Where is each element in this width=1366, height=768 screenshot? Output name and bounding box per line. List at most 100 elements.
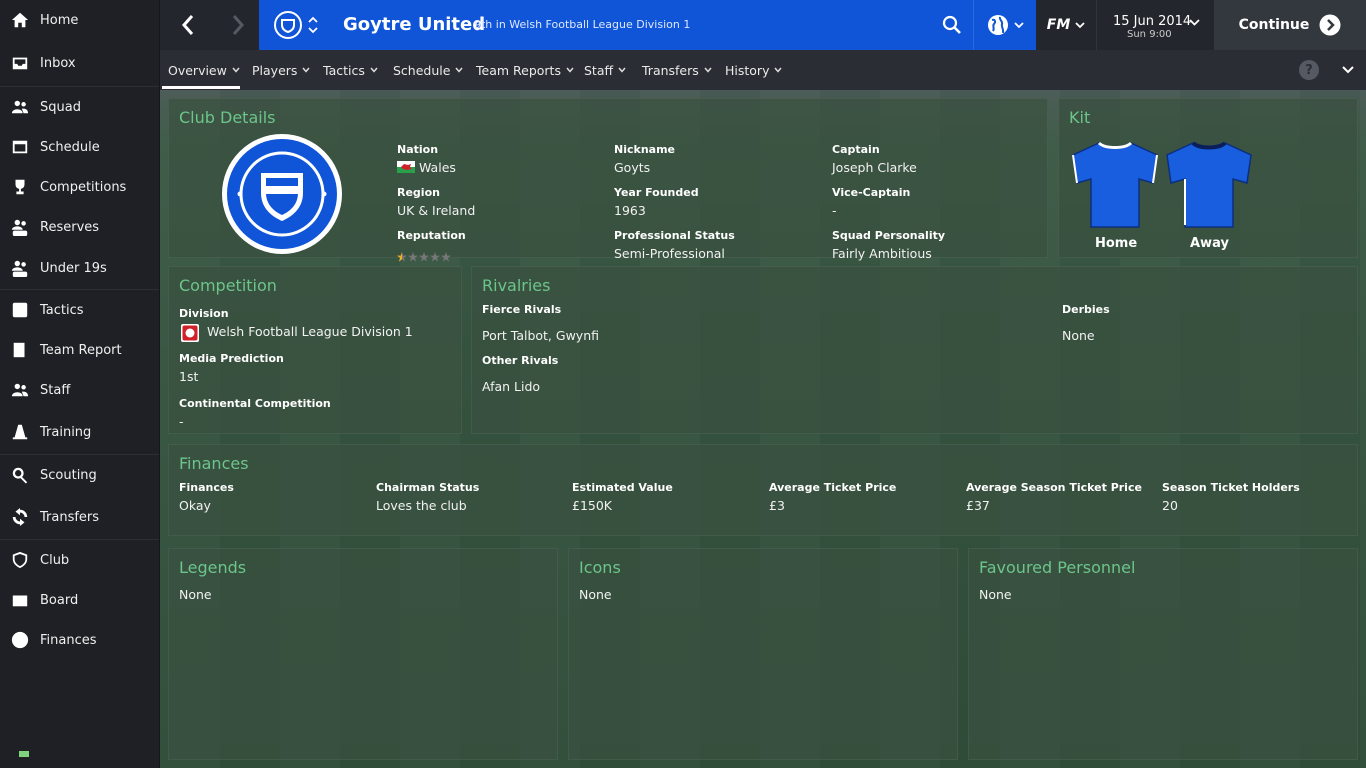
sidebar-item-tactics[interactable]: Tactics	[0, 290, 159, 330]
club-sub-navigation: Overview Players Tactics Schedule Team R…	[160, 50, 1366, 90]
current-day-time: Sun 9:00	[1127, 29, 1172, 40]
panel-title: Competition	[179, 276, 277, 295]
sidebar-item-label: Scouting	[40, 467, 97, 483]
nation-value[interactable]: Wales	[419, 160, 456, 175]
updown-icon	[308, 16, 318, 34]
sidebar-item-reserves[interactable]: Reserves	[0, 207, 159, 247]
star-half-icon	[397, 252, 407, 262]
sidebar-item-under-19s[interactable]: Under 19s	[0, 247, 159, 289]
panel-title: Club Details	[179, 108, 276, 127]
panel-title: Favoured Personnel	[979, 558, 1136, 577]
tab-overview[interactable]: Overview	[168, 50, 240, 90]
continental-competition-label: Continental Competition	[179, 397, 331, 410]
club-details-panel: Club Details Nation Wales Region UK & Ir…	[168, 98, 1048, 262]
home-icon	[10, 10, 30, 30]
sidebar: Home Inbox Squad Schedule Competitions R…	[0, 0, 160, 768]
squad-icon	[10, 97, 30, 117]
sidebar-item-label: Competitions	[40, 179, 127, 195]
top-bar: Goytre United 9th in Welsh Football Leag…	[160, 0, 1366, 50]
sidebar-group-squad: Squad Schedule Competitions Reserves Und…	[0, 87, 159, 290]
nickname-label: Nickname	[614, 143, 675, 156]
sidebar-item-competitions[interactable]: Competitions	[0, 167, 159, 207]
tab-tactics[interactable]: Tactics	[323, 50, 378, 90]
continue-button[interactable]: Continue	[1214, 0, 1366, 50]
sidebar-item-club[interactable]: Club	[0, 540, 159, 580]
finances-panel: Finances Finances Okay Chairman Status L…	[168, 444, 1358, 536]
more-chevron-icon[interactable]	[1341, 63, 1355, 77]
sidebar-item-squad[interactable]: Squad	[0, 87, 159, 127]
sidebar-item-team-report[interactable]: Team Report	[0, 330, 159, 370]
help-button[interactable]: ?	[1299, 60, 1319, 80]
club-switcher-button[interactable]	[273, 9, 323, 41]
tab-transfers[interactable]: Transfers	[642, 50, 712, 90]
sidebar-item-transfers[interactable]: Transfers	[0, 495, 159, 539]
sidebar-item-schedule[interactable]: Schedule	[0, 127, 159, 167]
tab-label: Transfers	[642, 62, 699, 78]
squad-personality-value: Fairly Ambitious	[832, 246, 932, 261]
legends-value: None	[179, 587, 212, 602]
sidebar-item-label: Inbox	[40, 55, 76, 71]
back-button[interactable]	[164, 0, 212, 50]
transfers-icon	[10, 507, 30, 527]
forward-button[interactable]	[214, 0, 262, 50]
sidebar-item-scouting[interactable]: Scouting	[0, 455, 159, 495]
captain-value[interactable]: Joseph Clarke	[832, 160, 917, 175]
sidebar-item-training[interactable]: Training	[0, 410, 159, 454]
sidebar-item-finances[interactable]: Finances	[0, 620, 159, 660]
chevron-left-icon	[181, 15, 194, 35]
tab-history[interactable]: History	[725, 50, 783, 90]
tab-staff[interactable]: Staff	[584, 50, 626, 90]
trophy-icon	[10, 177, 30, 197]
average-ticket-price-value: £3	[769, 498, 785, 513]
date-display[interactable]: 15 Jun 2014 Sun 9:00	[1096, 0, 1214, 50]
sidebar-item-staff[interactable]: Staff	[0, 370, 159, 410]
sidebar-group-team: Tactics Team Report Staff Training	[0, 290, 159, 455]
icons-value: None	[579, 587, 612, 602]
tab-schedule[interactable]: Schedule	[393, 50, 464, 90]
home-kit-label: Home	[1095, 236, 1138, 251]
team-report-icon	[10, 340, 30, 360]
away-kit-shirt-icon[interactable]	[1163, 139, 1255, 231]
captain-label: Captain	[832, 143, 880, 156]
status-indicator-icon	[18, 750, 30, 758]
fierce-rivals-value[interactable]: Port Talbot, Gwynfi	[482, 328, 599, 343]
other-rivals-value[interactable]: Afan Lido	[482, 379, 540, 394]
squad-personality-label: Squad Personality	[832, 229, 946, 242]
chevron-down-icon	[566, 67, 574, 73]
fm-menu-button[interactable]: FM	[1037, 0, 1095, 50]
sidebar-group-main: Home Inbox	[0, 0, 159, 87]
magnifier-icon	[10, 465, 30, 485]
sidebar-item-board[interactable]: Board	[0, 580, 159, 620]
vice-captain-label: Vice-Captain	[832, 186, 911, 199]
club-header: Goytre United 9th in Welsh Football Leag…	[259, 0, 1036, 50]
sidebar-item-home[interactable]: Home	[0, 0, 159, 40]
pound-icon	[10, 630, 30, 650]
staff-icon	[10, 380, 30, 400]
tab-label: Overview	[168, 62, 227, 78]
sidebar-item-inbox[interactable]: Inbox	[0, 40, 159, 86]
chevron-down-icon	[232, 67, 240, 73]
panel-title: Rivalries	[482, 276, 551, 295]
estimated-value-value: £150K	[572, 498, 613, 513]
region-value: UK & Ireland	[397, 203, 476, 218]
favoured-personnel-panel: Favoured Personnel None	[968, 548, 1358, 760]
continue-label: Continue	[1238, 17, 1310, 33]
star-empty-icon	[419, 252, 429, 262]
tab-team-reports[interactable]: Team Reports	[476, 50, 574, 90]
search-button[interactable]	[931, 0, 973, 50]
home-kit-shirt-icon[interactable]	[1069, 139, 1161, 231]
reputation-label: Reputation	[397, 229, 466, 242]
world-menu-button[interactable]	[973, 0, 1036, 50]
chevron-down-icon	[704, 67, 712, 73]
fm-logo: FM	[1046, 17, 1071, 33]
division-value[interactable]: Welsh Football League Division 1	[207, 324, 413, 339]
chevron-right-icon	[232, 15, 245, 35]
reserves-icon	[10, 217, 30, 237]
sidebar-item-label: Staff	[40, 382, 71, 398]
region-label: Region	[397, 186, 440, 199]
star-empty-icon	[441, 252, 451, 262]
tab-players[interactable]: Players	[252, 50, 310, 90]
club-name[interactable]: Goytre United	[343, 14, 485, 35]
active-tab-indicator	[162, 86, 240, 89]
tactics-icon	[10, 300, 30, 320]
